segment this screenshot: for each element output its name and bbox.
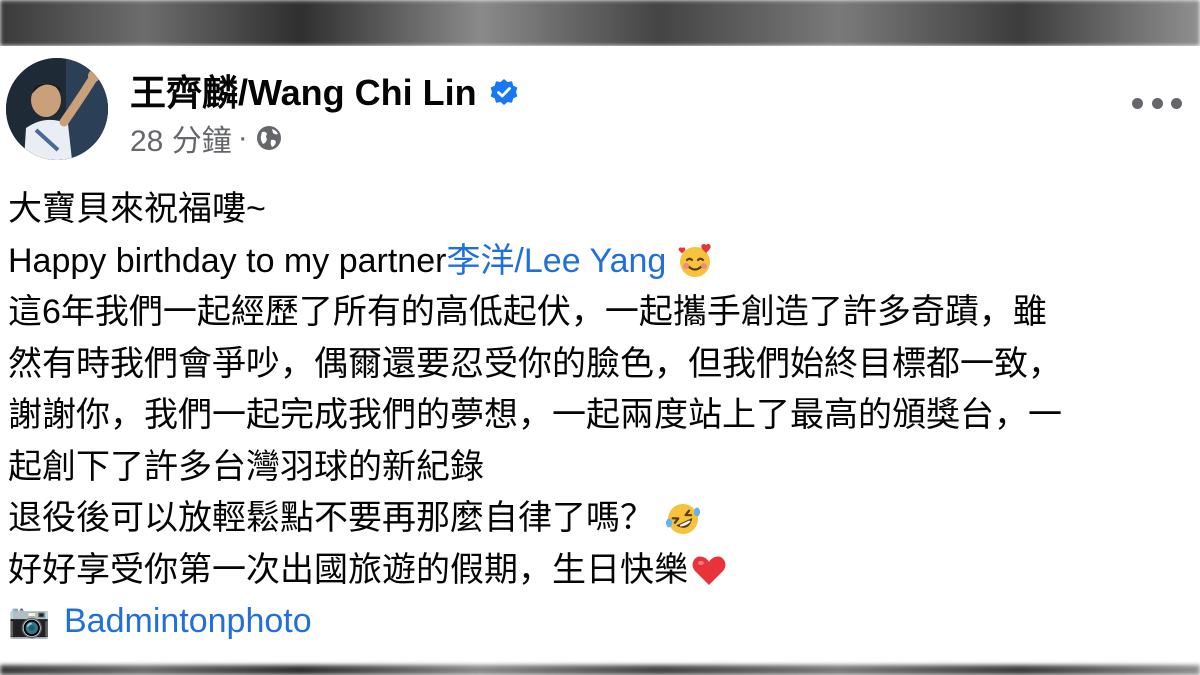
more-dot (1132, 97, 1143, 109)
post-timestamp[interactable]: 28 分鐘 (130, 116, 232, 160)
post-line-9: 📷 Badmintonphoto (8, 596, 1192, 648)
post-text: 大寶貝來祝福嘍~ (8, 190, 266, 228)
tagged-user-link[interactable]: 李洋/Lee Yang (446, 236, 666, 288)
post-line-1: 大寶貝來祝福嘍~ (8, 184, 1192, 236)
post-body: 大寶貝來祝福嘍~ Happy birthday to my partner 李洋… (8, 184, 1192, 648)
post-text: 然有時我們會爭吵，偶爾還要忍受你的臉色，但我們始終目標都一致， (8, 344, 1062, 383)
blurred-background-top (0, 0, 1200, 46)
post-line-6: 起創下了許多台灣羽球的新紀錄 (8, 442, 1192, 494)
author-avatar[interactable] (6, 58, 108, 160)
facebook-post-card: 王齊麟/Wang Chi Lin 28 分鐘 · 大寶貝來祝福嘍~ Happy … (0, 46, 1200, 665)
red-heart-icon (690, 551, 728, 589)
post-text: Happy birthday to my partner (8, 241, 447, 280)
meta-separator: · (237, 121, 248, 154)
post-line-5: 謝謝你，我們一起完成我們的夢想，一起兩度站上了最高的頒獎台，一 (8, 390, 1192, 442)
post-line-3: 這6年我們一起經歷了所有的高低起伏，一起攜手創造了許多奇蹟，雖 (8, 287, 1192, 339)
author-name-text[interactable]: 王齊麟/Wang Chi Lin (130, 64, 477, 116)
post-line-4: 然有時我們會爭吵，偶爾還要忍受你的臉色，但我們始終目標都一致， (8, 339, 1192, 391)
blurred-background-bottom (0, 665, 1200, 675)
post-line-2: Happy birthday to my partner 李洋/Lee Yang (8, 236, 1192, 288)
post-text: 好好享受你第一次出國旅遊的假期，生日快樂 (8, 550, 688, 589)
author-name[interactable]: 王齊麟/Wang Chi Lin (130, 64, 519, 116)
verified-badge-icon (489, 75, 519, 105)
post-meta: 28 分鐘 · (130, 116, 284, 160)
rolling-on-floor-laughing-icon (664, 500, 702, 538)
post-text: 這6年我們一起經歷了所有的高低起伏，一起攜手創造了許多奇蹟，雖 (8, 293, 1047, 331)
more-options-icon[interactable] (1132, 90, 1182, 116)
more-dot (1151, 97, 1163, 109)
more-dot (1171, 97, 1182, 109)
post-line-8: 好好享受你第一次出國旅遊的假期，生日快樂 (8, 545, 1192, 597)
camera-icon: 📷 (8, 602, 51, 640)
post-text: 退役後可以放輕鬆點不要再那麼自律了嗎？ (8, 499, 654, 537)
post-text: 起創下了許多台灣羽球的新紀錄 (8, 447, 484, 486)
globe-icon[interactable] (254, 123, 284, 153)
smiling-face-with-hearts-icon (676, 242, 714, 280)
post-line-7: 退役後可以放輕鬆點不要再那麼自律了嗎？ (8, 493, 1192, 545)
post-text: 謝謝你，我們一起完成我們的夢想，一起兩度站上了最高的頒獎台，一 (8, 396, 1062, 434)
photo-credit-link[interactable]: Badmintonphoto (64, 596, 312, 648)
